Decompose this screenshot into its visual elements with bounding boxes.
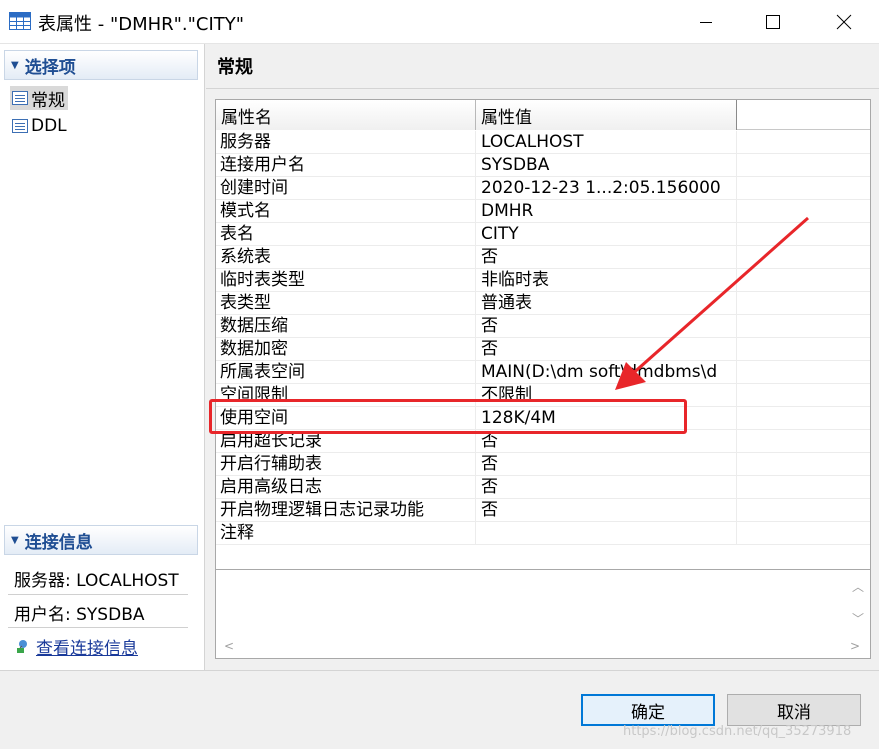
property-name-cell: 服务器: [216, 131, 476, 154]
page-title: 常规: [217, 57, 253, 78]
table-row[interactable]: 启用超长记录否: [216, 430, 870, 453]
property-name-cell: 创建时间: [216, 177, 476, 200]
property-name-cell: 数据压缩: [216, 315, 476, 338]
cancel-button[interactable]: 取消: [727, 694, 861, 726]
property-name-cell: 使用空间: [216, 407, 476, 430]
list-icon: [12, 119, 28, 133]
property-value-cell: SYSDBA: [476, 154, 737, 177]
property-value-cell: 普通表: [476, 292, 737, 315]
property-value-cell: 非临时表: [476, 269, 737, 292]
collapse-arrow-icon: ▼: [11, 59, 19, 71]
server-info: 服务器: LOCALHOST: [14, 571, 179, 591]
column-header-name[interactable]: 属性名: [216, 100, 476, 130]
options-section-header[interactable]: ▼ 选择项: [4, 50, 198, 80]
table-row[interactable]: 启用高级日志否: [216, 476, 870, 499]
table-row[interactable]: 连接用户名 SYSDBA: [216, 154, 870, 177]
maximize-icon[interactable]: [744, 0, 802, 44]
property-name-cell: 开启物理逻辑日志记录功能: [216, 499, 476, 522]
property-value-cell: 不限制: [476, 384, 737, 407]
connection-section-header[interactable]: ▼ 连接信息: [4, 525, 198, 555]
property-name-cell: 所属表空间: [216, 361, 476, 384]
property-value-cell: DMHR: [476, 200, 737, 223]
column-header-value[interactable]: 属性值: [476, 100, 737, 130]
watermark: https://blog.csdn.net/qq_35273918: [623, 724, 852, 739]
property-value-cell: 否: [476, 476, 737, 499]
table-row[interactable]: 数据压缩否: [216, 315, 870, 338]
property-name-cell: 表类型: [216, 292, 476, 315]
view-connection-link[interactable]: 查看连接信息: [14, 634, 138, 659]
property-name-cell: 开启行辅助表: [216, 453, 476, 476]
property-value-cell: 否: [476, 499, 737, 522]
property-value-cell: 2020-12-23 1...2:05.156000: [476, 177, 737, 200]
property-value-cell: 否: [476, 430, 737, 453]
property-name-cell: 系统表: [216, 246, 476, 269]
scroll-down-icon[interactable]: ﹀: [852, 610, 864, 627]
table-row[interactable]: 表名 CITY: [216, 223, 870, 246]
table-row[interactable]: 注释: [216, 522, 870, 545]
property-value-cell: 否: [476, 453, 737, 476]
title-bar: 表属性 - "DMHR"."CITY": [0, 0, 879, 44]
nav-item-general[interactable]: 常规: [10, 86, 68, 111]
property-value-cell: LOCALHOST: [476, 131, 737, 154]
property-name-cell: 表名: [216, 223, 476, 246]
property-name-cell: 启用超长记录: [216, 430, 476, 453]
divider: [206, 88, 879, 89]
list-icon: [12, 91, 28, 105]
property-name-cell: 模式名: [216, 200, 476, 223]
property-name-cell: 空间限制: [216, 384, 476, 407]
table-row[interactable]: 临时表类型 非临时表: [216, 269, 870, 292]
table-row[interactable]: 服务器 LOCALHOST: [216, 131, 870, 154]
table-icon: [9, 12, 31, 35]
table-row[interactable]: 使用空间 128K/4M: [216, 407, 870, 430]
property-value-cell: MAIN(D:\dm soft\dmdbms\d: [476, 361, 737, 384]
scroll-left-icon[interactable]: <: [224, 639, 234, 653]
property-value-cell: [476, 522, 737, 545]
table-body: 服务器 LOCALHOST 连接用户名 SYSDBA 创建时间 2020-12-23 1.…: [216, 131, 870, 545]
view-connection-label: 查看连接信息: [36, 639, 138, 659]
property-value-cell: 否: [476, 315, 737, 338]
property-value-cell: CITY: [476, 223, 737, 246]
main-panel: 常规 属性名 属性值 服务器 LOCALHOST 连接用户名 SYSDBA 创建时间 20…: [206, 44, 879, 670]
property-value-cell: 128K/4M: [476, 407, 737, 430]
collapse-arrow-icon: ▼: [11, 534, 19, 546]
divider: [8, 627, 188, 628]
description-box[interactable]: ︿ ﹀ < >: [215, 569, 871, 659]
connection-header-label: 连接信息: [24, 532, 93, 553]
table-row[interactable]: 模式名 DMHR: [216, 200, 870, 223]
property-name-cell: 临时表类型: [216, 269, 476, 292]
ok-button[interactable]: 确定: [581, 694, 715, 726]
property-value-cell: 否: [476, 246, 737, 269]
table-row[interactable]: 空间限制 不限制: [216, 384, 870, 407]
table-row[interactable]: 系统表否: [216, 246, 870, 269]
connection-icon: [14, 639, 30, 655]
nav-item-ddl[interactable]: DDL: [10, 114, 70, 138]
table-row[interactable]: 表类型 普通表: [216, 292, 870, 315]
property-name-cell: 连接用户名: [216, 154, 476, 177]
table-row[interactable]: 创建时间 2020-12-23 1...2:05.156000: [216, 177, 870, 200]
table-row[interactable]: 所属表空间 MAIN(D:\dm soft\dmdbms\d: [216, 361, 870, 384]
scroll-up-icon[interactable]: ︿: [852, 578, 864, 595]
properties-table: 属性名 属性值 服务器 LOCALHOST 连接用户名 SYSDBA 创建时间 2020-…: [215, 99, 871, 603]
table-row[interactable]: 开启行辅助表否: [216, 453, 870, 476]
close-icon[interactable]: [815, 0, 873, 44]
window-title: 表属性 - "DMHR"."CITY": [38, 14, 245, 35]
nav-item-label: 常规: [31, 90, 65, 111]
scroll-right-icon[interactable]: >: [850, 639, 860, 653]
minimize-icon[interactable]: [677, 0, 735, 44]
divider: [8, 594, 188, 595]
property-name-cell: 注释: [216, 522, 476, 545]
divider: [0, 670, 879, 671]
user-info: 用户名: SYSDBA: [14, 605, 145, 625]
left-panel: ▼ 选择项 常规 DDL ▼ 连接信息 服务器: LOCALHOST 用户名: …: [0, 44, 205, 670]
table-row[interactable]: 开启物理逻辑日志记录功能否: [216, 499, 870, 522]
property-value-cell: 否: [476, 338, 737, 361]
property-name-cell: 启用高级日志: [216, 476, 476, 499]
table-row[interactable]: 数据加密否: [216, 338, 870, 361]
nav-item-label: DDL: [31, 116, 67, 136]
property-name-cell: 数据加密: [216, 338, 476, 361]
table-header: 属性名 属性值: [216, 100, 870, 130]
options-header-label: 选择项: [24, 57, 76, 78]
